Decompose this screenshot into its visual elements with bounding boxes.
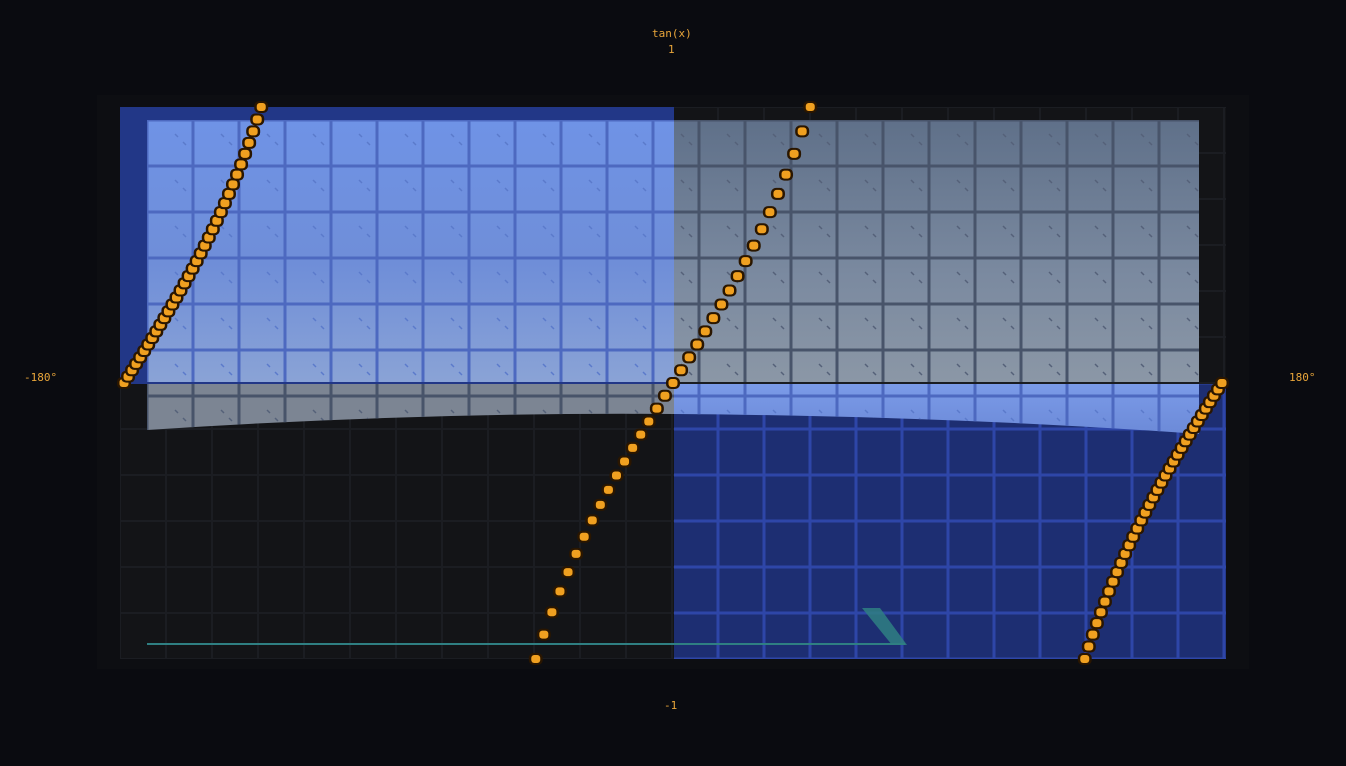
- curve-point-glow: [1092, 619, 1102, 628]
- curve-point-glow: [644, 417, 654, 426]
- curve-point-glow: [781, 170, 791, 179]
- curve-point-glow: [1217, 379, 1227, 387]
- curve-point-glow: [652, 404, 662, 413]
- curve-point-glow: [660, 391, 670, 400]
- curve-point-glow: [563, 568, 573, 577]
- curve-point-glow: [725, 286, 735, 295]
- curve-point-glow: [741, 257, 751, 266]
- curve-point-glow: [248, 127, 258, 136]
- x-min-label: -180°: [24, 371, 58, 384]
- curve-point-glow: [232, 170, 242, 179]
- curve-point-glow: [692, 340, 702, 349]
- curve-point-glow: [603, 485, 613, 494]
- x-max-label: 180°: [1289, 371, 1316, 384]
- curve-point-glow: [1080, 655, 1090, 663]
- curve-point-glow: [539, 630, 549, 639]
- curve-point-glow: [1084, 642, 1094, 651]
- curve-point-glow: [611, 471, 621, 480]
- curve-point-glow: [579, 532, 589, 541]
- curve-point-glow: [1112, 568, 1122, 577]
- curve-point-glow: [1108, 577, 1118, 586]
- curve-point-glow: [547, 608, 557, 617]
- curve-point-glow: [224, 189, 234, 198]
- curve-point-glow: [789, 149, 799, 158]
- curve-point-glow: [757, 225, 767, 234]
- curve-point-glow: [676, 366, 686, 375]
- curve-point-glow: [216, 208, 226, 217]
- curve-point-glow: [797, 127, 807, 136]
- curve-point-glow: [668, 379, 678, 387]
- curve-point-glow: [236, 160, 246, 169]
- curve-point-glow: [256, 103, 266, 111]
- curve-point-glow: [620, 457, 630, 466]
- curve-point-glow: [244, 138, 254, 147]
- curve-point-glow: [733, 272, 743, 281]
- curve-point-glow: [684, 353, 694, 362]
- curve-point-glow: [1096, 608, 1106, 617]
- curve-point-glow: [555, 587, 565, 596]
- curve-point-glow: [708, 314, 718, 323]
- curve-point-glow: [1116, 558, 1126, 567]
- curve-point-glow: [1100, 597, 1110, 606]
- curve-point-glow: [765, 208, 775, 217]
- graph-board: [97, 95, 1249, 669]
- curve-point-glow: [220, 199, 230, 208]
- curve-point-glow: [700, 327, 710, 336]
- game-scene: tan(x) 1 -1 -180° 180°: [0, 0, 1346, 766]
- curve-point-glow: [636, 430, 646, 439]
- graph-title: tan(x): [652, 27, 692, 40]
- curve-point-glow: [1104, 587, 1114, 596]
- curve-point-glow: [773, 189, 783, 198]
- curve-point-glow: [749, 241, 759, 250]
- y-min-label: -1: [664, 699, 678, 712]
- curve-point-glow: [1088, 630, 1098, 639]
- curve-point-glow: [240, 149, 250, 158]
- curve-point-glow: [716, 300, 726, 309]
- y-max-label: 1: [668, 43, 675, 56]
- curve-point-glow: [628, 443, 638, 452]
- curve-point-glow: [252, 115, 262, 124]
- curve-point-glow: [531, 655, 541, 663]
- curve-point-glow: [228, 180, 238, 189]
- curve-point-glow: [571, 549, 581, 558]
- curve-point-glow: [805, 103, 815, 111]
- curve-point-glow: [587, 516, 597, 525]
- curve-point-glow: [595, 500, 605, 509]
